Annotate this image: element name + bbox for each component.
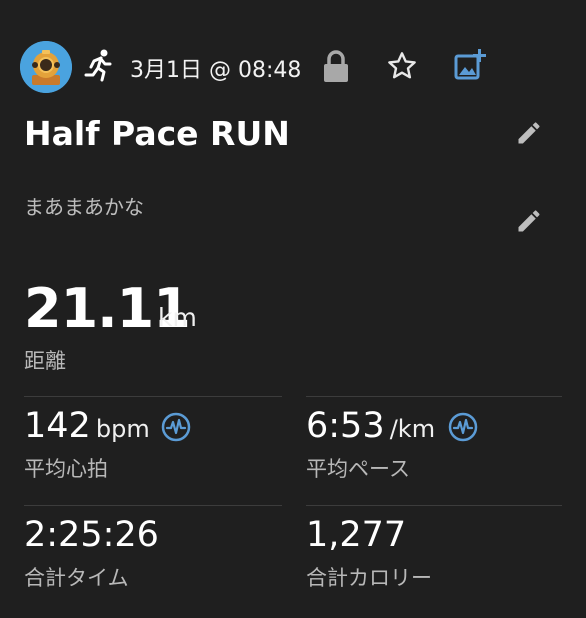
favorite-star-icon[interactable] bbox=[386, 50, 418, 86]
avg-hr-value: 142 bbox=[24, 406, 91, 446]
activity-title: Half Pace RUN bbox=[24, 114, 290, 153]
avatar[interactable] bbox=[20, 41, 72, 93]
total-calories-value: 1,277 bbox=[306, 515, 407, 555]
edit-title-pencil-icon[interactable] bbox=[515, 119, 543, 151]
avg-pace-unit: /km bbox=[389, 415, 436, 443]
diver-helmet-icon bbox=[20, 41, 72, 93]
pace-analysis-icon[interactable] bbox=[448, 412, 478, 446]
lock-icon[interactable] bbox=[322, 50, 350, 88]
avg-hr-label: 平均心拍 bbox=[24, 457, 108, 481]
running-icon bbox=[82, 48, 116, 86]
activity-description: まあまあかな bbox=[24, 195, 144, 219]
total-time-value: 2:25:26 bbox=[24, 515, 159, 555]
distance-label: 距離 bbox=[24, 349, 66, 373]
divider bbox=[306, 505, 562, 506]
activity-date-time: 3月1日 @ 08:48 bbox=[130, 58, 302, 83]
edit-description-pencil-icon[interactable] bbox=[515, 207, 543, 239]
distance-unit: km bbox=[158, 303, 197, 332]
avg-hr-unit: bpm bbox=[95, 415, 150, 443]
avg-hr-stat[interactable]: 142 bpm bbox=[24, 406, 150, 446]
avg-pace-value: 6:53 bbox=[306, 406, 385, 446]
avg-pace-label: 平均ペース bbox=[306, 457, 410, 481]
avg-pace-stat[interactable]: 6:53 /km bbox=[306, 406, 435, 446]
divider bbox=[306, 396, 562, 397]
total-calories-label: 合計カロリー bbox=[306, 566, 432, 590]
hr-analysis-icon[interactable] bbox=[161, 412, 191, 446]
total-time-label: 合計タイム bbox=[24, 566, 129, 590]
divider bbox=[24, 505, 282, 506]
add-photo-icon[interactable] bbox=[453, 47, 487, 85]
divider bbox=[24, 396, 282, 397]
